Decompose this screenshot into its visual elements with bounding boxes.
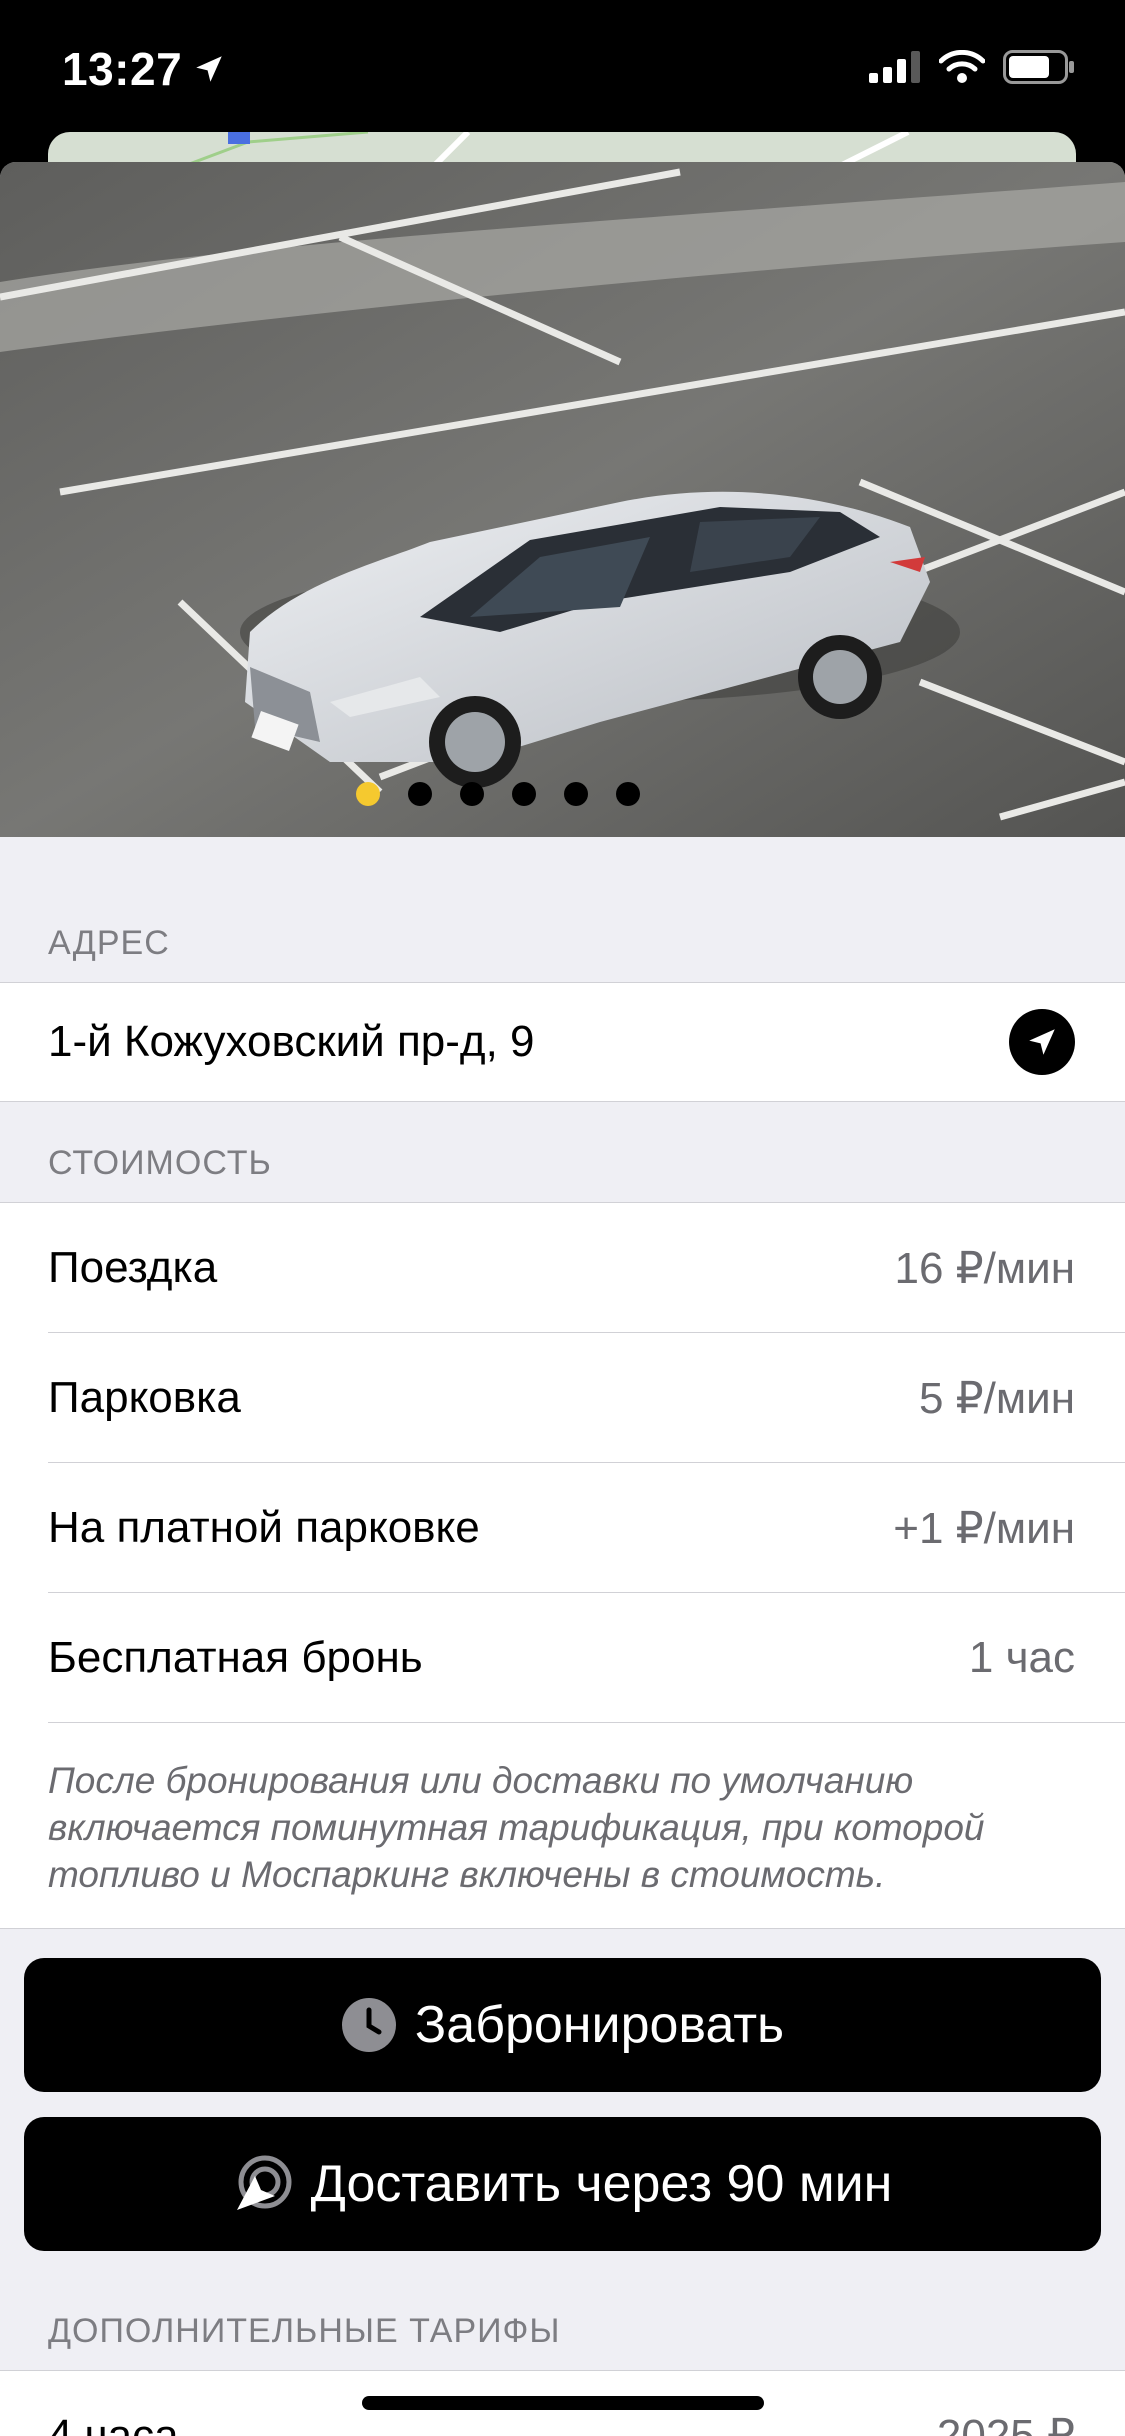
price-label: На платной парковке xyxy=(48,1503,480,1552)
wifi-icon xyxy=(939,50,985,83)
address-value: 1-й Кожуховский пр-д, 9 xyxy=(48,1017,535,1066)
price-row-trip: Поездка 16 ₽/мин xyxy=(0,1203,1125,1333)
gallery-dot-5[interactable] xyxy=(563,782,588,806)
address-section-header: АДРЕС xyxy=(48,924,170,962)
price-value: 1 час xyxy=(968,1633,1075,1682)
gallery-dot-1[interactable] xyxy=(355,782,380,806)
car-details-sheet: АДРЕС 1-й Кожуховский пр-д, 9 СТОИМОСТЬ … xyxy=(0,162,1125,2436)
price-row-parking: Парковка 5 ₽/мин xyxy=(0,1333,1125,1463)
book-button-label: Забронировать xyxy=(414,1996,785,2054)
gallery-dot-6[interactable] xyxy=(615,782,640,806)
price-value: 16 ₽/мин xyxy=(894,1243,1075,1293)
price-label: Парковка xyxy=(48,1373,241,1422)
deliver-button-label: Доставить через 90 мин xyxy=(310,2155,893,2213)
clock-icon xyxy=(341,1998,396,2052)
deliver-button[interactable]: Доставить через 90 мин xyxy=(24,2117,1101,2251)
status-indicators xyxy=(869,50,1075,84)
book-button[interactable]: Забронировать xyxy=(24,1958,1101,2092)
status-bar: 13:27 xyxy=(0,0,1125,135)
cellular-signal-icon xyxy=(869,51,920,83)
car-photo xyxy=(0,162,1125,837)
gallery-dot-4[interactable] xyxy=(511,782,536,806)
battery-icon xyxy=(1003,50,1074,84)
tariff-label: 4 часа xyxy=(48,2411,179,2436)
gallery-dot-2[interactable] xyxy=(407,782,432,806)
price-row-free-booking: Бесплатная бронь 1 час xyxy=(0,1593,1125,1723)
pricing-note: После бронирования или доставки по умолч… xyxy=(48,1760,985,1895)
pricing-section-header: СТОИМОСТЬ xyxy=(48,1144,272,1182)
extra-tariffs-header: ДОПОЛНИТЕЛЬНЫЕ ТАРИФЫ xyxy=(48,2312,561,2350)
home-indicator[interactable] xyxy=(362,2396,764,2410)
pricing-group: Поездка 16 ₽/мин Парковка 5 ₽/мин На пла… xyxy=(0,1202,1125,1929)
price-row-paid-parking: На платной парковке +1 ₽/мин xyxy=(0,1463,1125,1593)
gallery-dot-3[interactable] xyxy=(459,782,484,806)
time-label: 13:27 xyxy=(62,43,183,95)
gallery-page-indicator[interactable] xyxy=(0,782,1125,806)
delivery-target-icon xyxy=(236,2155,292,2210)
tariff-value: 2025 ₽ xyxy=(936,2411,1075,2436)
row-divider xyxy=(48,1722,1125,1723)
price-label: Поездка xyxy=(48,1243,218,1292)
address-row[interactable]: 1-й Кожуховский пр-д, 9 xyxy=(0,983,1125,1101)
address-group: 1-й Кожуховский пр-д, 9 xyxy=(0,982,1125,1102)
price-value: +1 ₽/мин xyxy=(893,1503,1075,1553)
price-label: Бесплатная бронь xyxy=(48,1633,423,1682)
status-time: 13:27 xyxy=(62,42,226,96)
navigate-button[interactable] xyxy=(1009,1009,1075,1075)
location-arrow-icon xyxy=(196,56,222,82)
navigation-arrow-icon xyxy=(1029,1029,1055,1055)
car-photo-gallery[interactable] xyxy=(0,162,1125,837)
price-value: 5 ₽/мин xyxy=(918,1373,1075,1423)
